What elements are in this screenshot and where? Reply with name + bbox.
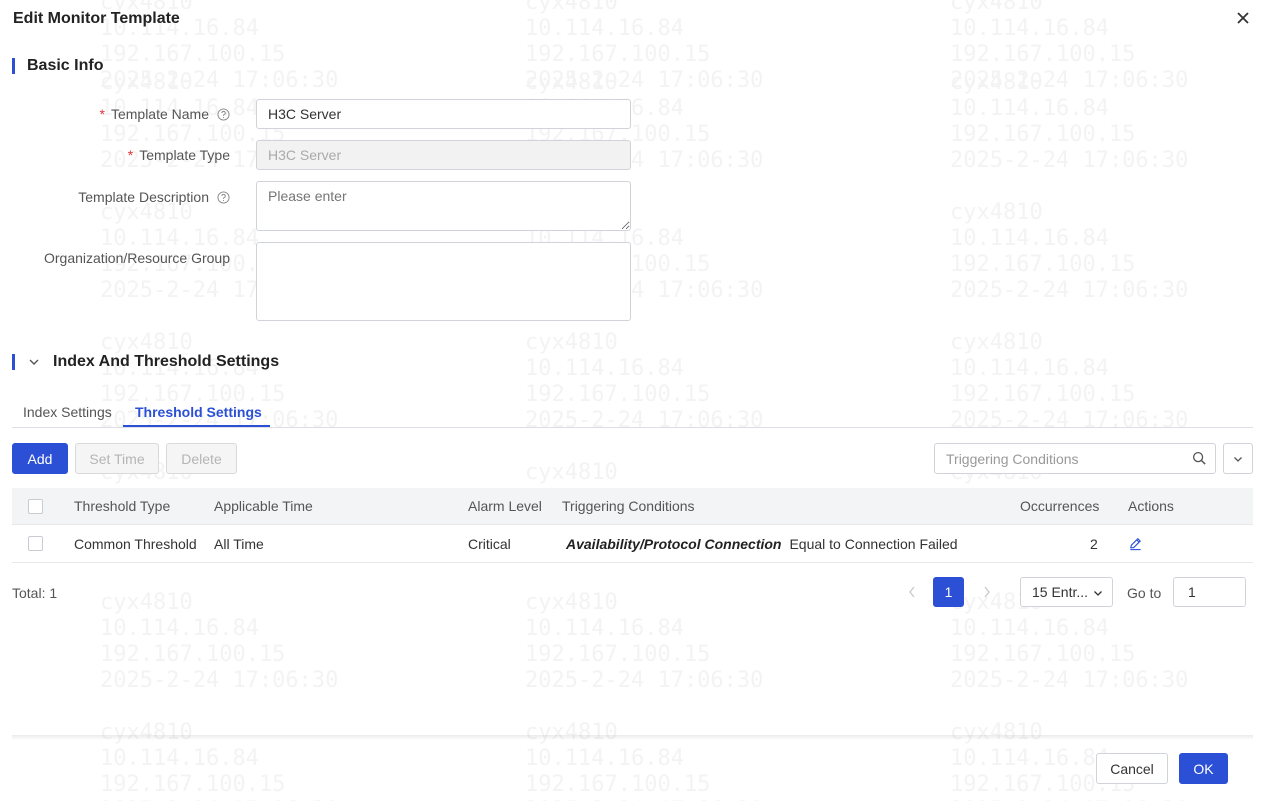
close-icon (1237, 12, 1249, 24)
threshold-type-cell: Common Threshold (74, 535, 197, 552)
basic-info-title: Basic Info (27, 57, 104, 74)
settings-tabs: Index Settings Threshold Settings (12, 399, 1253, 428)
delete-button: Delete (166, 443, 237, 474)
table-header: Threshold Type Applicable Time Alarm Lev… (12, 488, 1253, 525)
search-box (934, 443, 1216, 474)
alarm-level-cell: Critical (468, 535, 511, 552)
template-description-label-text: Template Description (78, 189, 209, 205)
dialog-title: Edit Monitor Template (13, 10, 180, 27)
chevron-down-icon[interactable] (27, 355, 41, 369)
chevron-down-icon (1234, 456, 1242, 462)
column-header: Alarm Level (468, 498, 542, 514)
footer-divider (12, 735, 1253, 740)
page-size-select[interactable]: 15 Entr... (1020, 577, 1113, 607)
search-input[interactable] (946, 450, 1186, 468)
threshold-table: Threshold Type Applicable Time Alarm Lev… (12, 488, 1253, 563)
condition-metric: Availability/Protocol Connection (566, 535, 782, 552)
index-threshold-title: Index And Threshold Settings (53, 353, 280, 370)
table-row: Common Threshold All Time Critical Avail… (12, 525, 1253, 563)
section-accent-bar (12, 354, 15, 370)
index-threshold-heading[interactable]: Index And Threshold Settings (12, 352, 279, 372)
close-button[interactable] (1233, 8, 1253, 28)
search-icon[interactable] (1192, 451, 1207, 466)
ok-button[interactable]: OK (1179, 753, 1228, 784)
applicable-time-cell: All Time (214, 535, 264, 552)
condition-text: Equal to Connection Failed (789, 535, 958, 552)
template-type-input (256, 140, 631, 170)
template-name-label-text: Template Name (110, 106, 209, 122)
tab-threshold-settings[interactable]: Threshold Settings (135, 404, 262, 420)
total-count: Total: 1 (12, 585, 58, 601)
template-type-label-text: Template Type (139, 147, 230, 163)
column-header: Occurrences (1020, 498, 1100, 514)
column-header: Triggering Conditions (562, 498, 695, 514)
edit-icon[interactable] (1128, 536, 1143, 551)
add-button[interactable]: Add (12, 443, 68, 474)
edit-template-dialog: Edit Monitor Template Basic Info * Templ… (0, 0, 1266, 801)
tab-index-settings[interactable]: Index Settings (23, 404, 112, 420)
actions-cell (1128, 525, 1143, 562)
prev-page-icon[interactable] (906, 584, 918, 600)
page-number-current[interactable]: 1 (933, 577, 964, 607)
cancel-button[interactable]: Cancel (1096, 753, 1168, 784)
column-header: Threshold Type (74, 498, 171, 514)
column-header: Actions (1128, 498, 1174, 514)
page-size-value: 15 Entr... (1032, 584, 1089, 600)
next-page-icon[interactable] (981, 584, 993, 600)
template-type-label: * Template Type (128, 140, 230, 170)
row-select-cell (28, 525, 43, 562)
triggering-conditions-cell: Availability/Protocol Connection Equal t… (566, 525, 958, 562)
template-description-textarea[interactable] (256, 181, 631, 231)
template-description-label: Template Description (78, 181, 230, 213)
org-group-label: Organization/Resource Group (44, 242, 230, 274)
column-header: Applicable Time (214, 498, 313, 514)
occurrences-cell: 2 (1090, 535, 1098, 552)
basic-info-heading: Basic Info (12, 56, 103, 76)
required-marker: * (127, 147, 134, 163)
select-all-cell (28, 488, 43, 524)
expand-filter-button[interactable] (1223, 443, 1253, 474)
template-name-input[interactable] (256, 99, 631, 129)
chevron-down-icon (1094, 591, 1102, 596)
active-tab-indicator (123, 425, 270, 427)
goto-label: Go to (1127, 585, 1162, 601)
template-name-label: * Template Name (100, 99, 231, 129)
required-marker: * (99, 106, 105, 122)
org-group-label-text: Organization/Resource Group (44, 250, 230, 266)
help-icon[interactable] (217, 190, 230, 204)
goto-page-input[interactable] (1173, 577, 1246, 607)
select-all-checkbox[interactable] (28, 498, 43, 514)
row-checkbox[interactable] (28, 536, 43, 551)
org-group-selector[interactable] (256, 242, 631, 321)
section-accent-bar (12, 58, 15, 74)
set-time-button: Set Time (75, 443, 159, 474)
help-icon[interactable] (217, 107, 230, 121)
